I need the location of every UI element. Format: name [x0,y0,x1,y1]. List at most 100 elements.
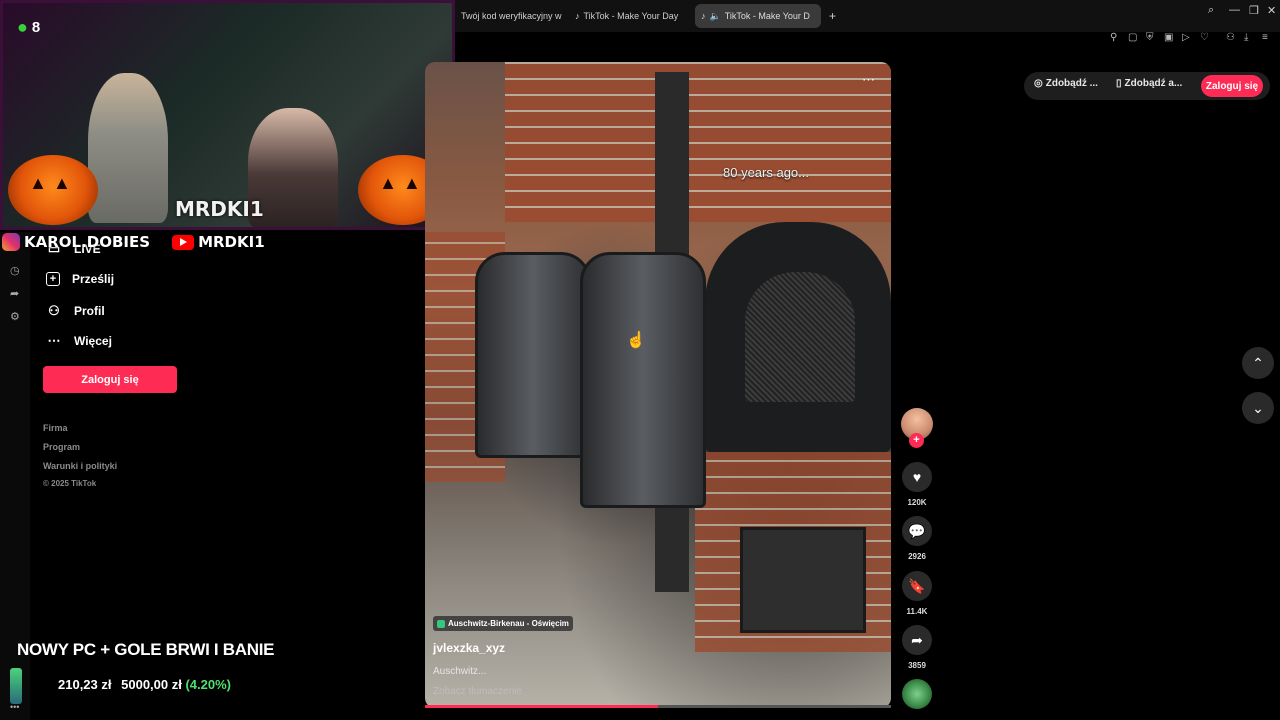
youtube-icon [172,234,195,250]
search-icon[interactable]: ⌕ [1208,4,1214,17]
video-more-icon[interactable]: ⋯ [862,72,876,88]
tab-label: TikTok - Make Your Day [583,11,679,21]
tiktok-icon: ♪ [701,11,706,21]
box-icon[interactable]: ▣ [1164,32,1173,43]
tab-label: Twój kod weryfikacyjny w [461,11,562,21]
pin-icon[interactable]: ⚲ [1110,32,1117,43]
save-count: 11.4K [906,607,928,616]
video-progress-fill [425,705,658,708]
like-count: 120K [907,498,927,507]
download-icon[interactable]: ⤓ [1244,32,1248,43]
chevron-down-icon: ⌄ [1252,399,1264,416]
previous-video-button[interactable]: ⌃ [1242,347,1274,379]
get-coins-button[interactable]: ◎ Zdobądź ... [1034,78,1098,89]
translate-link[interactable]: Zobacz tłumaczenie [433,686,522,697]
oven-opening [705,222,891,452]
speaker-icon: 🔈 [709,11,721,21]
new-tab-button[interactable]: + [823,4,839,28]
location-icon [437,619,445,628]
heart-icon[interactable]: ♡ [1200,32,1209,43]
sidebar-item-label: Prześlij [72,272,115,286]
share-action[interactable]: ➦ 3859 [902,625,932,670]
video-progress-bar[interactable] [425,705,891,708]
share-icon[interactable]: ➦ [10,287,19,300]
tiktok-icon: ♪ [575,11,580,21]
goal-values: 210,23 zł 5000,00 zł (4.20%) [58,677,231,692]
ellipsis-icon: ••• [10,702,20,712]
goal-percent: (4.20%) [185,677,231,692]
bookmark-icon[interactable]: 🔖 [902,571,932,601]
sidebar-item-profile[interactable]: ⚇ Profil [46,303,105,319]
brick-wall-top [505,62,891,222]
user-icon[interactable]: ⚇ [1226,32,1235,43]
menu-icon[interactable]: ≡ [1262,32,1268,43]
save-action[interactable]: 🔖 11.4K [902,571,932,616]
comment-action[interactable]: 💬 2926 [902,516,932,561]
streamer-person [88,73,168,223]
footer-link-terms[interactable]: Warunki i polityki [43,461,117,471]
heart-icon[interactable]: ♥ [902,462,932,492]
video-text-overlay: 80 years ago... [723,165,809,180]
ash-door [740,527,866,633]
video-player[interactable] [425,62,891,708]
close-icon[interactable]: ✕ [1267,4,1276,17]
settings-icon[interactable]: ⚙ [10,310,20,323]
tab-label: TikTok - Make Your D [724,11,810,21]
clock-icon[interactable]: ◷ [10,264,20,277]
follow-plus-icon[interactable]: + [909,433,924,448]
footer-link-company[interactable]: Firma [43,423,68,433]
stream-goal-title: NOWY PC + GOLE BRWI I BANIE [17,640,275,659]
tab-tiktok-active[interactable]: ♪ 🔈 TikTok - Make Your D [695,4,821,28]
profile-icon: ⚇ [48,303,60,318]
sidebar-item-label: Profil [74,304,105,318]
pill-label: Zdobądź ... [1045,78,1098,89]
shield-icon[interactable]: ⛨ [1146,32,1154,43]
coin-icon: ◎ [1034,78,1043,89]
viewer-count-value: 8 [31,19,41,36]
goal-progress-bar [10,668,22,704]
next-video-button[interactable]: ⌄ [1242,392,1274,424]
browser-tab-bar: Twój kod weryfikacyjny w ♪ TikTok - Make … [455,0,1280,32]
comment-icon[interactable]: 💬 [902,516,932,546]
get-app-button[interactable]: ▯ Zdobądź a... [1116,78,1182,89]
goal-target: 5000,00 zł [121,677,182,692]
restore-icon[interactable]: ❐ [1249,4,1259,17]
phone-icon: ▯ [1116,78,1122,89]
instagram-handle: KAROL.DOBIES [24,233,151,251]
more-icon: ⋯ [47,333,61,348]
music-disc-icon[interactable] [902,679,932,709]
like-action[interactable]: ♥ 120K [902,462,932,507]
share-count: 3859 [908,661,926,670]
social-bar: KAROL.DOBIES MRDKI1 [0,230,430,254]
location-label: Auschwitz-Birkenau - Oświęcim [448,619,569,628]
mouse-cursor-icon: ☝ [626,332,646,349]
sidebar-item-label: Więcej [74,334,112,348]
sidebar-login-button[interactable]: Zaloguj się [43,366,177,393]
goal-current: 210,23 zł [58,677,112,692]
chevron-up-icon: ⌃ [1252,354,1264,371]
browser-toolbar: ⚲ ▢ ⛨ ▣ ▷ ♡ ⚇ ⤓ ≡ [1100,32,1280,46]
screenshot-icon[interactable]: ▢ [1128,32,1137,43]
pill-label: Zdobądź a... [1124,78,1183,89]
play-icon[interactable]: ▷ [1182,32,1190,43]
upload-icon: + [46,272,60,286]
footer-link-program[interactable]: Program [43,442,80,452]
header-login-button[interactable]: Zaloguj się [1201,75,1263,97]
comment-count: 2926 [908,552,926,561]
viewer-count: ● 8 [17,17,40,38]
youtube-handle: MRDKI1 [198,233,265,251]
video-author[interactable]: jvlexzka_xyz [433,641,505,655]
oven-door-left [475,252,591,458]
minimize-icon[interactable]: — [1229,4,1240,16]
tab-verification[interactable]: Twój kod weryfikacyjny w [455,4,565,28]
share-arrow-icon[interactable]: ➦ [902,625,932,655]
oven-door-center [580,252,706,508]
tab-tiktok-1[interactable]: ♪ TikTok - Make Your Day [569,4,687,28]
video-description: Auschwitz... [433,666,487,677]
webcam-overlay: ▲▲ ▲▲ ● 8 MRDKI1 [0,0,455,230]
sidebar-item-more[interactable]: ⋯ Więcej [46,333,112,349]
sidebar-item-upload[interactable]: + Prześlij [46,272,114,286]
streamer-name: MRDKI1 [175,197,264,221]
location-chip[interactable]: Auschwitz-Birkenau - Oświęcim [433,616,573,631]
viewer-icon: ● [17,17,28,37]
